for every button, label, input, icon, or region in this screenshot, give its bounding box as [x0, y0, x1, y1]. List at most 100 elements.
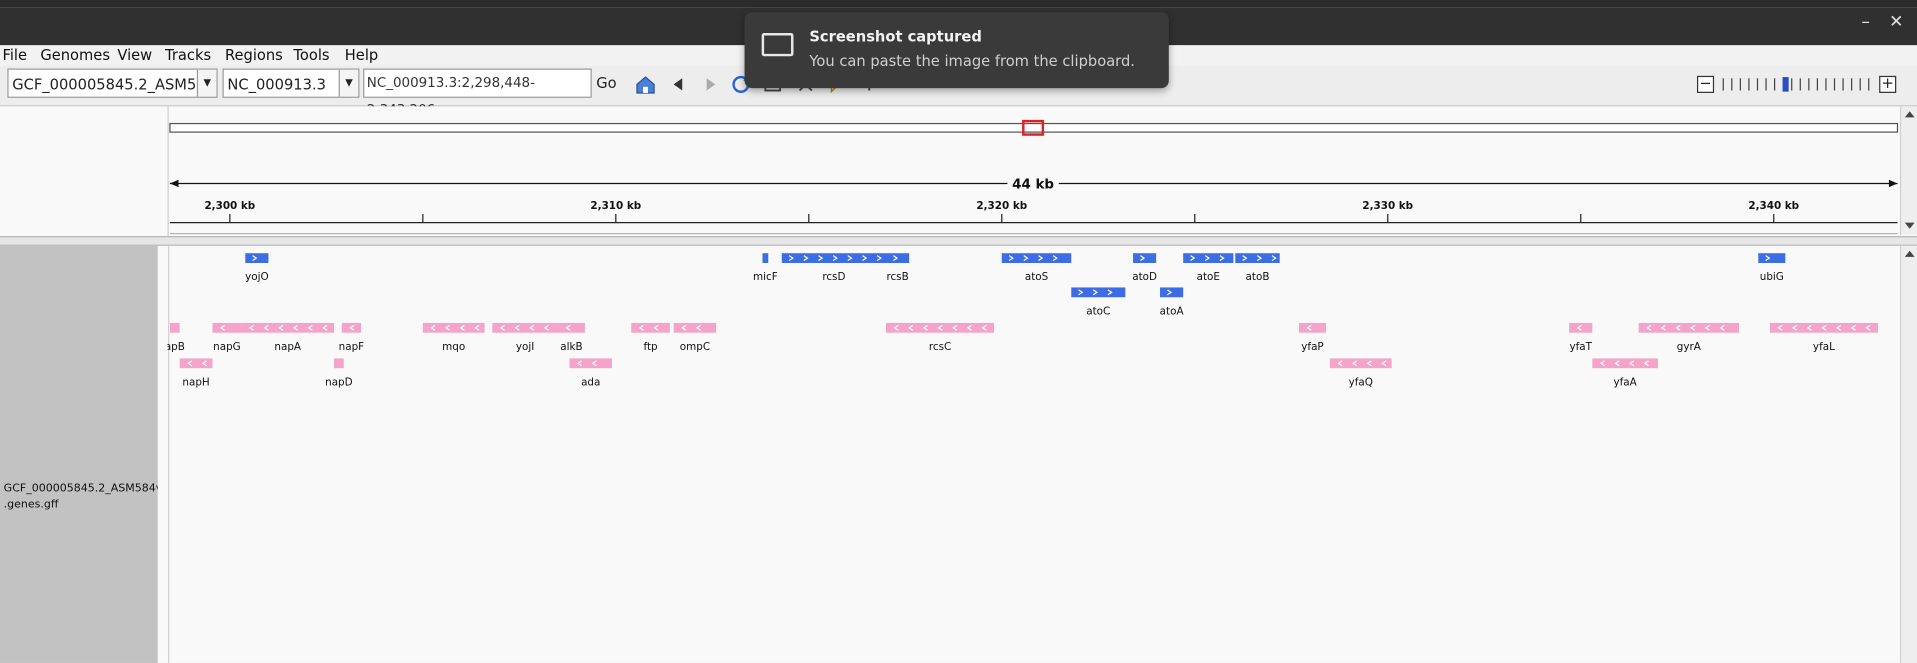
gene-feature-atoC[interactable]: atoC: [1071, 287, 1126, 317]
gene-bar[interactable]: [673, 322, 717, 333]
zoom-slider-tick[interactable]: [1748, 78, 1750, 91]
gene-feature-yfaP[interactable]: yfaP: [1298, 322, 1327, 353]
chromosome-dropdown[interactable]: NC_000913.3 ▼: [222, 68, 360, 98]
gene-feature-mqo[interactable]: mqo: [422, 322, 485, 353]
gene-track[interactable]: yojO micF rcsD rcsB atoS atoD atoE atoB ubiG atoC…: [167, 245, 1901, 663]
gene-feature-rcsC[interactable]: rcsC: [885, 322, 995, 353]
close-window-button[interactable]: ✕: [1884, 10, 1908, 34]
gene-label: alkB: [560, 341, 582, 353]
ruler[interactable]: 44 kb 2,300 kb 2,310 kb 2,320 kb 2,330 kb 2,…: [0, 106, 1917, 237]
gene-feature-atoD[interactable]: atoD: [1132, 253, 1157, 283]
menu-tools[interactable]: Tools: [293, 45, 329, 66]
zoom-slider-tick[interactable]: [1859, 78, 1861, 91]
go-button[interactable]: Go: [594, 68, 618, 97]
gene-bar[interactable]: [631, 322, 670, 333]
gene-feature-gyrA[interactable]: gyrA: [1638, 322, 1739, 353]
menu-help[interactable]: Help: [345, 45, 378, 66]
gene-bar[interactable]: [1569, 322, 1593, 333]
gene-feature-napH[interactable]: napH: [179, 358, 213, 388]
zoom-in-button[interactable]: +: [1879, 75, 1897, 93]
forward-icon[interactable]: [699, 73, 721, 95]
panel-divider[interactable]: [0, 236, 1917, 246]
gene-bar[interactable]: [569, 358, 612, 369]
gene-feature-ompC[interactable]: ompC: [673, 322, 717, 353]
zoom-slider-tick[interactable]: [1773, 78, 1776, 91]
gene-feature-napD[interactable]: napD: [325, 358, 353, 388]
gene-feature-yfaA[interactable]: yfaA: [1592, 358, 1658, 388]
gene-bar[interactable]: [557, 322, 585, 333]
zoom-slider-tick[interactable]: [1868, 78, 1870, 91]
menu-genomes[interactable]: Genomes: [40, 45, 110, 66]
gene-feature-ftp[interactable]: ftp: [631, 322, 670, 353]
zoom-slider-tick[interactable]: [1799, 78, 1801, 91]
zoom-slider-tick[interactable]: [1825, 78, 1827, 91]
gene-bar[interactable]: [1071, 287, 1126, 298]
gene-feature-micF[interactable]: micF: [753, 253, 778, 283]
chevron-down-icon[interactable]: ▼: [338, 69, 359, 97]
gene-bar[interactable]: [885, 322, 995, 333]
menu-file[interactable]: File: [2, 45, 27, 66]
zoom-slider-tick[interactable]: [1756, 78, 1759, 91]
gene-feature-yfaT[interactable]: yfaT: [1569, 322, 1593, 353]
zoom-slider-tick[interactable]: [1731, 78, 1733, 91]
home-icon[interactable]: [635, 73, 657, 95]
gene-feature-yojI[interactable]: yojI: [492, 322, 558, 353]
minimize-window-button[interactable]: –: [1853, 10, 1877, 34]
gene-feature-ada[interactable]: ada: [569, 358, 612, 388]
ruler-scrollbar[interactable]: [1899, 106, 1917, 235]
gene-bar[interactable]: [1758, 253, 1786, 263]
gene-bar[interactable]: [334, 358, 344, 369]
zoom-slider-tick[interactable]: [1833, 78, 1836, 91]
gene-bar[interactable]: [492, 322, 558, 333]
gene-feature-alkB[interactable]: alkB: [557, 322, 585, 353]
gene-bar[interactable]: [1592, 358, 1658, 369]
gene-bar[interactable]: [1298, 322, 1327, 333]
chevron-down-icon[interactable]: ▼: [196, 69, 217, 97]
gene-bar[interactable]: [212, 322, 242, 333]
menu-tracks[interactable]: Tracks: [165, 45, 211, 66]
gene-feature-rcsB[interactable]: rcsB: [885, 253, 910, 283]
gene-feature-napG[interactable]: napG: [212, 322, 242, 353]
gene-feature-yfaQ[interactable]: yfaQ: [1329, 358, 1392, 388]
zoom-slider-tick[interactable]: [1842, 78, 1844, 91]
menu-regions[interactable]: Regions: [225, 45, 283, 66]
gene-feature-atoE[interactable]: atoE: [1183, 253, 1234, 283]
gene-feature-napB[interactable]: apB: [167, 322, 185, 353]
gene-bar[interactable]: [179, 358, 213, 369]
gene-bar[interactable]: [1235, 253, 1280, 263]
zoom-slider-tick[interactable]: [1791, 78, 1793, 91]
gene-bar[interactable]: [1638, 322, 1739, 333]
gene-feature-yfaL[interactable]: yfaL: [1769, 322, 1878, 353]
gene-bar[interactable]: [781, 253, 886, 263]
zoom-slider-tick[interactable]: [1722, 78, 1724, 91]
data-scrollbar[interactable]: [1899, 245, 1917, 663]
gene-feature-rcsD[interactable]: rcsD: [781, 253, 886, 283]
zoom-slider-tick[interactable]: [1851, 78, 1853, 91]
gene-bar[interactable]: [241, 322, 335, 333]
gene-feature-atoS[interactable]: atoS: [1001, 253, 1072, 283]
zoom-slider-tick[interactable]: [1765, 78, 1767, 91]
back-icon[interactable]: [668, 73, 690, 95]
gene-feature-yojO[interactable]: yojO: [245, 253, 269, 283]
locus-input[interactable]: NC_000913.3:2,298,448-2,343,206: [363, 68, 592, 117]
gene-feature-ubiG[interactable]: ubiG: [1758, 253, 1786, 283]
chromosome-ideogram[interactable]: [169, 122, 1899, 133]
genome-dropdown[interactable]: GCF_000005845.2_ASM58... ▼: [7, 68, 218, 98]
track-name-label[interactable]: GCF_000005845.2_ASM584v2_ .genes.gff: [4, 482, 158, 514]
gene-bar[interactable]: [1769, 322, 1878, 333]
track-name-panel[interactable]: GCF_000005845.2_ASM584v2_ .genes.gff: [0, 245, 158, 663]
gene-bar[interactable]: [170, 322, 180, 333]
zoom-slider-tick[interactable]: [1808, 78, 1810, 91]
gene-feature-atoB[interactable]: atoB: [1235, 253, 1280, 283]
gene-feature-atoA[interactable]: atoA: [1160, 287, 1185, 317]
zoom-out-button[interactable]: −: [1696, 75, 1715, 93]
gene-bar[interactable]: [762, 253, 769, 263]
gene-feature-napA[interactable]: napA: [241, 322, 335, 353]
zoom-slider[interactable]: [1719, 77, 1873, 92]
menu-view[interactable]: View: [117, 45, 152, 66]
gene-feature-napF[interactable]: napF: [339, 322, 365, 353]
zoom-slider-thumb[interactable]: [1782, 77, 1789, 92]
screenshot-notification[interactable]: Screenshot captured You can paste the im…: [744, 12, 1169, 89]
zoom-slider-tick[interactable]: [1816, 78, 1819, 91]
zoom-slider-tick[interactable]: [1739, 78, 1741, 91]
